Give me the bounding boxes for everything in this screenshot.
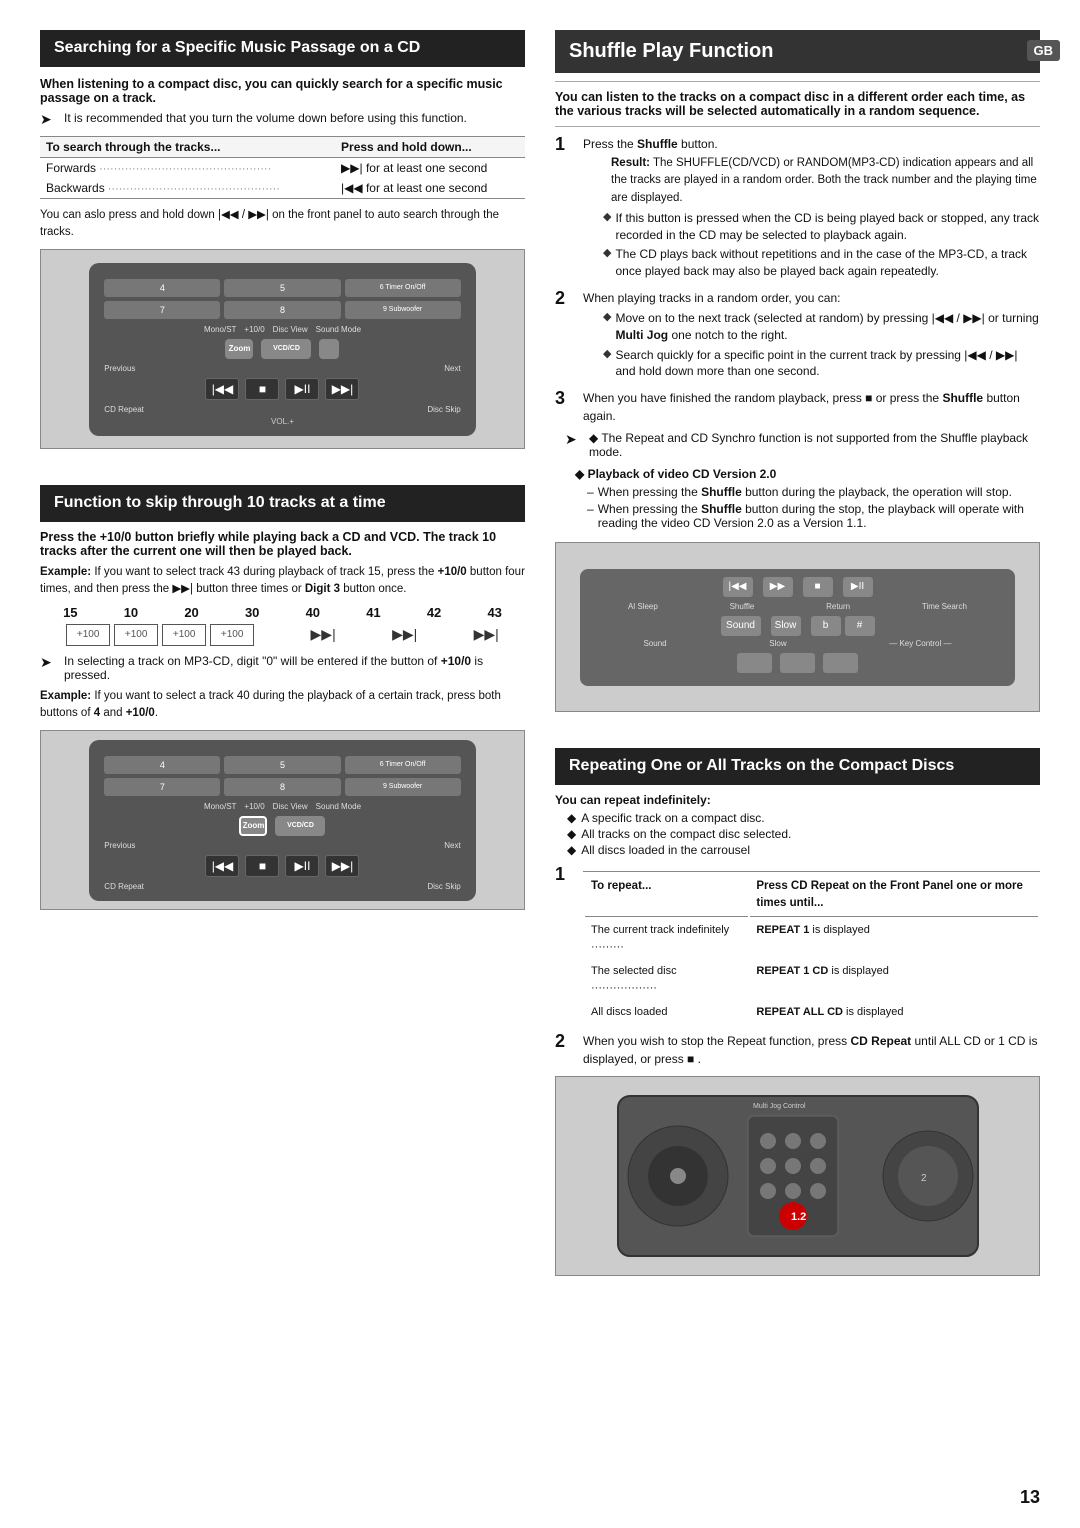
repeat-bullet2: ◆ All tracks on the compact disc selecte… xyxy=(567,827,1040,841)
repeat-table: To repeat... Press CD Repeat on the Fron… xyxy=(583,871,1040,1026)
skip-intro: Press the +10/0 button briefly while pla… xyxy=(40,530,525,558)
svg-text:1.2: 1.2 xyxy=(791,1211,806,1223)
you-can-repeat: You can repeat indefinitely: xyxy=(555,793,1040,807)
page-number: 13 xyxy=(1020,1487,1040,1508)
playback-item1: – When pressing the Shuffle button durin… xyxy=(587,485,1040,499)
skip-title: Function to skip through 10 tracks at a … xyxy=(54,494,386,511)
gb-label: GB xyxy=(1027,40,1061,61)
searching-header: Searching for a Specific Music Passage o… xyxy=(40,30,525,67)
rc-art-right: |◀◀ ▶▶ ■ ▶II Al Sleep Shuffle Return Tim… xyxy=(580,569,1015,686)
repeat-step2: 2 When you wish to stop the Repeat funct… xyxy=(555,1032,1040,1068)
divider1 xyxy=(555,81,1040,82)
table-col2: Press and hold down... xyxy=(335,136,525,157)
rc-art-bottom: 4 5 6 Timer On/Off 7 8 9 Subwoofer Mono/… xyxy=(89,740,475,901)
repeat-col1: To repeat... xyxy=(585,874,748,918)
rc-number-grid2: 4 5 6 Timer On/Off 7 8 9 Subwoofer xyxy=(104,756,460,796)
arrow-right-icon3: ➤ xyxy=(565,431,583,448)
repeat-col2: Press CD Repeat on the Front Panel one o… xyxy=(750,874,1038,918)
shuffle-step3: 3 When you have finished the random play… xyxy=(555,389,1040,425)
repeat-row: The selected disc ·················· REP… xyxy=(585,960,1038,999)
arrow-right-icon2: ➤ xyxy=(40,654,58,671)
skip-example2: Example: If you want to select a track 4… xyxy=(40,688,525,723)
right-column: Shuffle Play Function You can listen to … xyxy=(555,30,1040,1498)
repeat-row: The current track indefinitely ·········… xyxy=(585,919,1038,958)
table-row: Forwards ▶▶| for at least one second xyxy=(40,157,525,178)
left-column: Searching for a Specific Music Passage o… xyxy=(40,30,525,1498)
repeat-header: Repeating One or All Tracks on the Compa… xyxy=(555,748,1040,785)
repeat-bullet1: ◆ A specific track on a compact disc. xyxy=(567,811,1040,825)
svg-text:Multi Jog Control: Multi Jog Control xyxy=(753,1103,806,1110)
searching-arrow-note: ➤ It is recommended that you turn the vo… xyxy=(40,111,525,128)
shuffle-section: Shuffle Play Function You can listen to … xyxy=(555,30,1040,720)
shuffle-note: ➤ ◆ The Repeat and CD Synchro function i… xyxy=(565,431,1040,459)
device-image-bottom: 1.2 2 Multi Jog Control xyxy=(555,1076,1040,1276)
playback-item2: – When pressing the Shuffle button durin… xyxy=(587,502,1040,530)
repeat-section: Repeating One or All Tracks on the Compa… xyxy=(555,748,1040,1284)
device-svg: 1.2 2 Multi Jog Control xyxy=(608,1086,988,1266)
divider2 xyxy=(555,126,1040,127)
repeat-bullet3: ◆ All discs loaded in the carrousel xyxy=(567,843,1040,857)
searching-title: Searching for a Specific Music Passage o… xyxy=(54,39,420,56)
skip-example1: Example: If you want to select track 43 … xyxy=(40,564,525,599)
auto-search-note: You can aslo press and hold down |◀◀ / ▶… xyxy=(40,207,525,242)
skip-header: Function to skip through 10 tracks at a … xyxy=(40,485,525,522)
arrow-right-icon: ➤ xyxy=(40,111,58,128)
repeat-step1: 1 To repeat... Press CD Repeat on the Fr… xyxy=(555,865,1040,1026)
remote-image-top: 4 5 6 Timer On/Off 7 8 9 Subwoofer Mono/… xyxy=(40,249,525,449)
track-numbers: 15 10 20 30 40 41 42 43 xyxy=(40,605,525,620)
rc-art-top: 4 5 6 Timer On/Off 7 8 9 Subwoofer Mono/… xyxy=(89,263,475,436)
skip-arrow-note: ➤ In selecting a track on MP3-CD, digit … xyxy=(40,654,525,682)
playback-header: ◆ Playback of video CD Version 2.0 xyxy=(575,467,1040,481)
remote-image-right: |◀◀ ▶▶ ■ ▶II Al Sleep Shuffle Return Tim… xyxy=(555,542,1040,712)
searching-section: Searching for a Specific Music Passage o… xyxy=(40,30,525,457)
remote-image-bottom-left: 4 5 6 Timer On/Off 7 8 9 Subwoofer Mono/… xyxy=(40,730,525,910)
repeat-row: All discs loaded REPEAT ALL CD is displa… xyxy=(585,1001,1038,1024)
skip-section: Function to skip through 10 tracks at a … xyxy=(40,485,525,918)
shuffle-step2: 2 When playing tracks in a random order,… xyxy=(555,289,1040,383)
search-table: To search through the tracks... Press an… xyxy=(40,136,525,199)
track-boxes: +100 +100 +100 +100 ▶▶| ▶▶| ▶▶| xyxy=(40,624,525,646)
shuffle-header: Shuffle Play Function xyxy=(555,30,1040,73)
rc-number-grid: 4 5 6 Timer On/Off 7 8 9 Subwoofer xyxy=(104,279,460,319)
playback-section: ◆ Playback of video CD Version 2.0 – Whe… xyxy=(575,467,1040,530)
shuffle-step1: 1 Press the Shuffle button. Result: The … xyxy=(555,135,1040,283)
repeat-title: Repeating One or All Tracks on the Compa… xyxy=(569,757,954,774)
searching-intro: When listening to a compact disc, you ca… xyxy=(40,77,525,105)
shuffle-intro: You can listen to the tracks on a compac… xyxy=(555,90,1040,118)
table-row: Backwards |◀◀ for at least one second xyxy=(40,178,525,199)
svg-text:2: 2 xyxy=(921,1173,927,1184)
table-col1: To search through the tracks... xyxy=(40,136,335,157)
